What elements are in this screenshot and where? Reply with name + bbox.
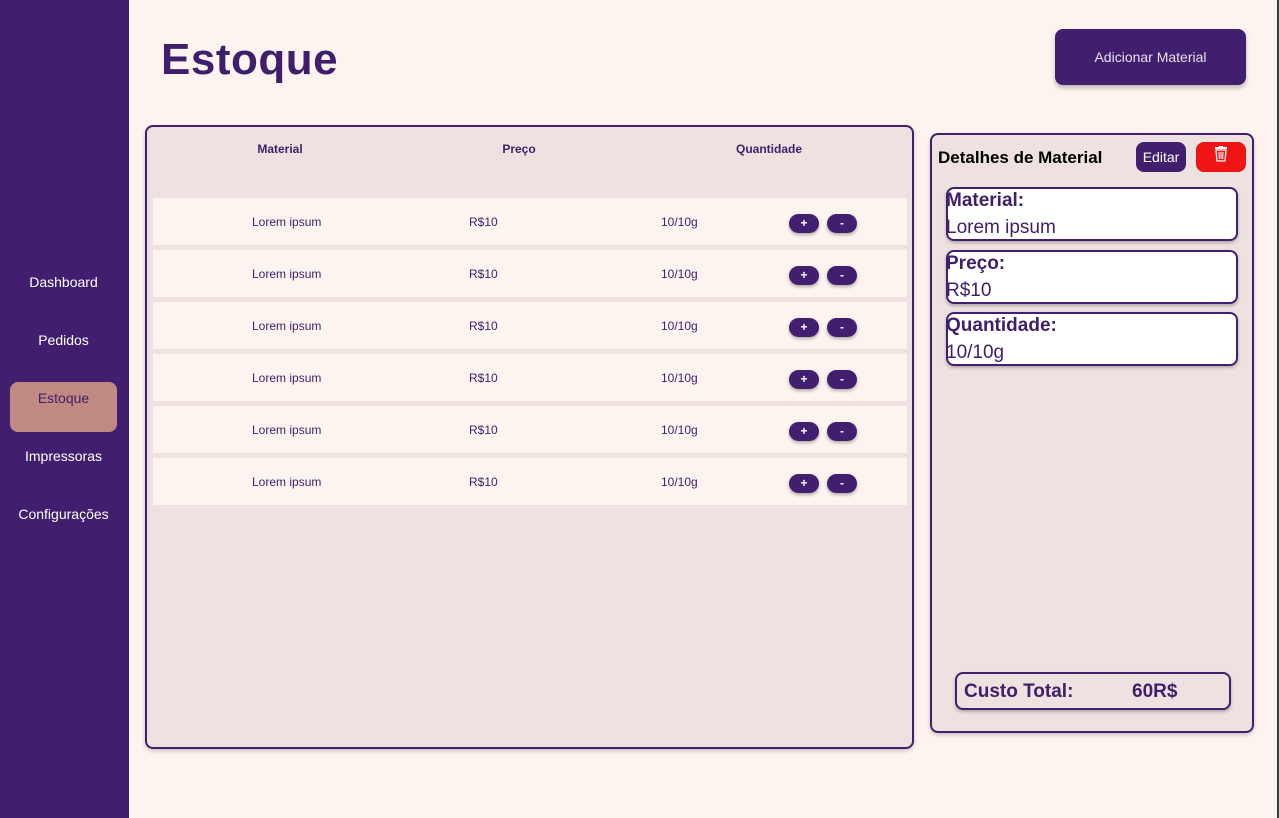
sidebar: Dashboard Pedidos Estoque Impressoras Co… xyxy=(0,0,129,818)
material-cell: Lorem ipsum xyxy=(252,423,322,437)
sidebar-item-estoque[interactable]: Estoque xyxy=(10,382,117,432)
decrease-button[interactable]: - xyxy=(827,370,857,389)
increase-button[interactable]: + xyxy=(789,266,819,285)
sidebar-item-impressoras[interactable]: Impressoras xyxy=(10,439,117,489)
material-details-panel: Detalhes de Material Editar Material: Lo… xyxy=(930,133,1254,733)
total-cost-label: Custo Total: xyxy=(964,681,1074,702)
edit-button[interactable]: Editar xyxy=(1136,142,1186,172)
total-cost-box: Custo Total: 60R$ xyxy=(955,672,1231,710)
total-cost-value: 60R$ xyxy=(1132,681,1178,702)
field-value: R$10 xyxy=(946,280,992,301)
increase-button[interactable]: + xyxy=(789,214,819,233)
increase-button[interactable]: + xyxy=(789,422,819,441)
quantity-cell: 10/10g xyxy=(661,423,698,437)
sidebar-item-configuracoes[interactable]: Configurações xyxy=(10,497,117,547)
column-header-material: Material xyxy=(257,142,303,156)
column-header-quantidade: Quantidade xyxy=(735,142,803,156)
increase-button[interactable]: + xyxy=(789,318,819,337)
quantity-cell: 10/10g xyxy=(661,215,698,229)
details-title: Detalhes de Material xyxy=(938,148,1103,167)
increase-button[interactable]: + xyxy=(789,370,819,389)
material-cell: Lorem ipsum xyxy=(252,319,322,333)
decrease-button[interactable]: - xyxy=(827,318,857,337)
delete-button[interactable] xyxy=(1196,142,1246,172)
decrease-button[interactable]: - xyxy=(827,266,857,285)
page-title: Estoque xyxy=(161,35,339,84)
column-header-preco: Preço xyxy=(502,142,536,156)
quantity-cell: 10/10g xyxy=(661,267,698,281)
quantity-field: Quantidade: 10/10g xyxy=(946,312,1238,366)
table-row[interactable]: Lorem ipsum R$10 10/10g + - xyxy=(153,302,907,349)
price-cell: R$10 xyxy=(469,319,498,333)
material-cell: Lorem ipsum xyxy=(252,215,322,229)
quantity-cell: 10/10g xyxy=(661,371,698,385)
decrease-button[interactable]: - xyxy=(827,422,857,441)
decrease-button[interactable]: - xyxy=(827,214,857,233)
table-row[interactable]: Lorem ipsum R$10 10/10g + - xyxy=(153,198,907,245)
field-label: Quantidade: xyxy=(946,315,1057,336)
quantity-cell: 10/10g xyxy=(661,319,698,333)
field-value: Lorem ipsum xyxy=(946,217,1056,238)
add-material-button[interactable]: Adicionar Material xyxy=(1055,29,1246,85)
decrease-button[interactable]: - xyxy=(827,474,857,493)
field-value: 10/10g xyxy=(946,342,1005,363)
material-field: Material: Lorem ipsum xyxy=(946,187,1238,241)
trash-icon xyxy=(1215,146,1227,162)
field-label: Material: xyxy=(946,190,1025,211)
price-cell: R$10 xyxy=(469,423,498,437)
increase-button[interactable]: + xyxy=(789,474,819,493)
sidebar-item-pedidos[interactable]: Pedidos xyxy=(10,323,117,373)
table-row[interactable]: Lorem ipsum R$10 10/10g + - xyxy=(153,354,907,401)
material-cell: Lorem ipsum xyxy=(252,475,322,489)
material-cell: Lorem ipsum xyxy=(252,267,322,281)
materials-table: Material Preço Quantidade Lorem ipsum R$… xyxy=(145,125,914,749)
quantity-cell: 10/10g xyxy=(661,475,698,489)
price-cell: R$10 xyxy=(469,267,498,281)
table-row[interactable]: Lorem ipsum R$10 10/10g + - xyxy=(153,458,907,505)
table-row[interactable]: Lorem ipsum R$10 10/10g + - xyxy=(153,406,907,453)
sidebar-item-dashboard[interactable]: Dashboard xyxy=(10,265,117,315)
price-field: Preço: R$10 xyxy=(946,250,1238,304)
field-label: Preço: xyxy=(946,253,1006,274)
table-row[interactable]: Lorem ipsum R$10 10/10g + - xyxy=(153,250,907,297)
price-cell: R$10 xyxy=(469,215,498,229)
price-cell: R$10 xyxy=(469,475,498,489)
price-cell: R$10 xyxy=(469,371,498,385)
material-cell: Lorem ipsum xyxy=(252,371,322,385)
